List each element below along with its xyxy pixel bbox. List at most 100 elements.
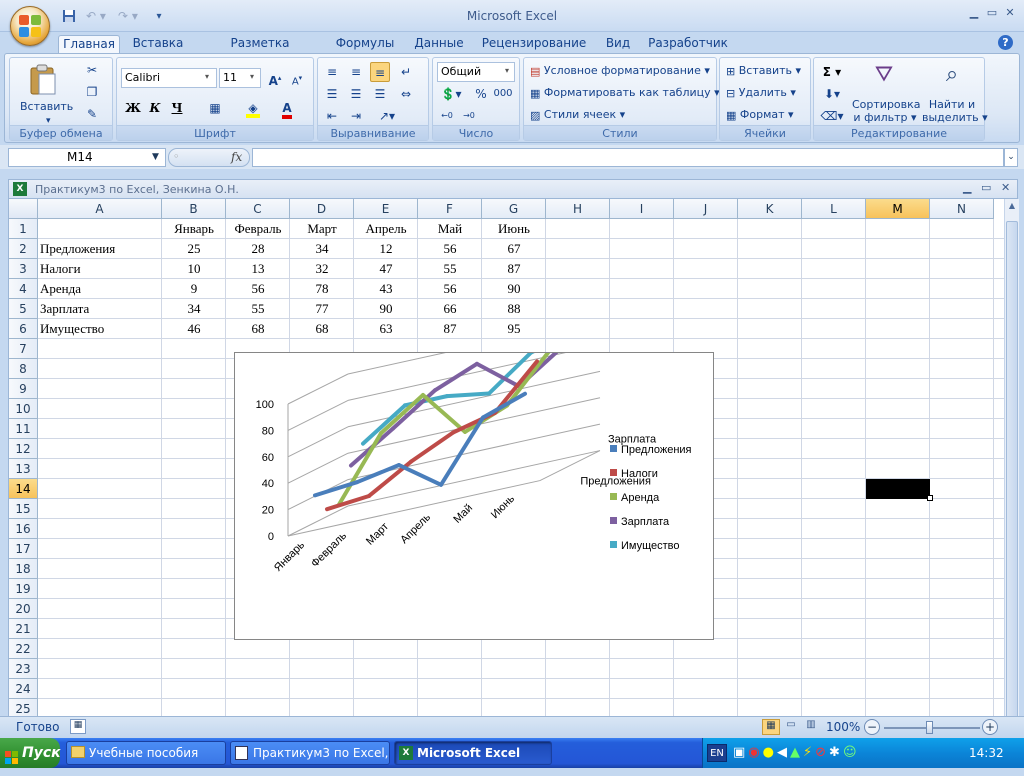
zoom-level[interactable]: 100%: [826, 720, 860, 734]
cell-d6[interactable]: 68: [290, 319, 354, 339]
tab-page-layout[interactable]: Разметка страницы: [198, 35, 322, 67]
selected-cell-m14[interactable]: [866, 479, 930, 499]
italic-button[interactable]: К: [145, 98, 165, 118]
align-right-icon[interactable]: ☰: [370, 84, 390, 104]
antivirus-icon[interactable]: ◉: [748, 745, 762, 760]
cell-d3[interactable]: 32: [290, 259, 354, 279]
name-box-dropdown-icon[interactable]: ▼: [152, 152, 159, 162]
copy-icon[interactable]: ❐: [82, 82, 102, 102]
font-size-select[interactable]: 11: [219, 68, 261, 88]
cell-g5[interactable]: 88: [482, 299, 546, 319]
cell-g4[interactable]: 90: [482, 279, 546, 299]
cell-f3[interactable]: 55: [418, 259, 482, 279]
workbook-close-icon[interactable]: ✕: [1001, 181, 1010, 194]
insert-cells-button[interactable]: ⊞ Вставить ▾: [726, 64, 801, 78]
cell-label-a3[interactable]: Налоги: [40, 259, 162, 279]
borders-icon[interactable]: ▦: [205, 98, 225, 118]
orientation-icon[interactable]: ↗▾: [372, 106, 402, 126]
close-icon[interactable]: ✕: [1002, 6, 1018, 20]
align-bottom-icon[interactable]: ≡: [370, 62, 390, 82]
cell-header-d1[interactable]: Март: [290, 219, 354, 239]
decrease-indent-icon[interactable]: ⇤: [322, 106, 342, 126]
cell-c5[interactable]: 55: [226, 299, 290, 319]
row-header-19[interactable]: 19: [9, 579, 38, 599]
display-icon[interactable]: ▲: [790, 745, 803, 760]
row-header-22[interactable]: 22: [9, 639, 38, 659]
align-middle-icon[interactable]: ≡: [346, 62, 366, 82]
column-header-a[interactable]: A: [38, 199, 162, 219]
insert-function-button[interactable]: fx: [231, 150, 242, 164]
align-center-icon[interactable]: ☰: [346, 84, 366, 104]
decrease-decimal-icon[interactable]: →0: [459, 106, 479, 126]
network-icon[interactable]: ▣: [733, 745, 748, 760]
cell-header-e1[interactable]: Апрель: [354, 219, 418, 239]
sort-filter-button[interactable]: Сортировка и фильтр ▾: [852, 98, 921, 124]
formula-input[interactable]: [252, 148, 1004, 167]
help-icon[interactable]: ?: [998, 35, 1013, 50]
row-header-23[interactable]: 23: [9, 659, 38, 679]
row-header-13[interactable]: 13: [9, 459, 38, 479]
cell-e2[interactable]: 12: [354, 239, 418, 259]
number-format-select[interactable]: Общий: [437, 62, 515, 82]
shrink-font-icon[interactable]: A▾: [287, 68, 307, 88]
row-header-2[interactable]: 2: [9, 239, 38, 259]
cell-label-a2[interactable]: Предложения: [40, 239, 162, 259]
cell-label-a5[interactable]: Зарплата: [40, 299, 162, 319]
column-header-l[interactable]: L: [802, 199, 866, 219]
power-icon[interactable]: ⚡: [803, 745, 815, 760]
conditional-formatting-button[interactable]: ▤ Условное форматирование ▾: [530, 64, 710, 78]
column-header-f[interactable]: F: [418, 199, 482, 219]
tab-home[interactable]: Главная: [58, 35, 120, 55]
tab-formulas[interactable]: Формулы: [330, 35, 400, 54]
cell-c2[interactable]: 28: [226, 239, 290, 259]
zoom-slider-thumb[interactable]: [926, 721, 933, 734]
find-select-button[interactable]: Найти и выделить ▾: [922, 98, 988, 124]
cell-styles-button[interactable]: ▨ Стили ячеек ▾: [530, 108, 625, 122]
update-icon[interactable]: ●: [763, 745, 777, 760]
cell-b6[interactable]: 46: [162, 319, 226, 339]
fill-icon[interactable]: ⬇▾: [818, 84, 846, 104]
cell-f6[interactable]: 87: [418, 319, 482, 339]
restore-icon[interactable]: ▭: [984, 6, 1000, 20]
row-header-11[interactable]: 11: [9, 419, 38, 439]
normal-view-icon[interactable]: ▦: [762, 719, 780, 735]
cell-header-b1[interactable]: Январь: [162, 219, 226, 239]
bold-button[interactable]: Ж: [123, 98, 143, 118]
cell-b3[interactable]: 10: [162, 259, 226, 279]
cell-d2[interactable]: 34: [290, 239, 354, 259]
column-header-j[interactable]: J: [674, 199, 738, 219]
row-header-3[interactable]: 3: [9, 259, 38, 279]
merge-cells-icon[interactable]: ⇔: [396, 84, 416, 104]
font-name-select[interactable]: Calibri: [121, 68, 217, 88]
thousands-button[interactable]: 000: [493, 84, 513, 104]
office-button[interactable]: [10, 6, 50, 46]
row-header-8[interactable]: 8: [9, 359, 38, 379]
name-box[interactable]: M14: [8, 148, 166, 167]
cell-c3[interactable]: 13: [226, 259, 290, 279]
select-all-button[interactable]: [9, 199, 38, 219]
cell-header-f1[interactable]: Май: [418, 219, 482, 239]
row-header-5[interactable]: 5: [9, 299, 38, 319]
row-header-9[interactable]: 9: [9, 379, 38, 399]
zoom-in-icon[interactable]: +: [982, 719, 998, 735]
cell-b2[interactable]: 25: [162, 239, 226, 259]
column-header-k[interactable]: K: [738, 199, 802, 219]
tab-review[interactable]: Рецензирование: [478, 35, 590, 54]
wrap-text-icon[interactable]: ↵: [396, 62, 416, 82]
volume-icon[interactable]: ◀: [777, 745, 790, 760]
cell-b4[interactable]: 9: [162, 279, 226, 299]
column-header-d[interactable]: D: [290, 199, 354, 219]
language-indicator[interactable]: EN: [707, 744, 727, 762]
minimize-icon[interactable]: ▁: [966, 6, 982, 20]
start-button[interactable]: Пуск: [0, 738, 61, 768]
paste-icon[interactable]: [28, 64, 58, 98]
row-header-17[interactable]: 17: [9, 539, 38, 559]
task-folder[interactable]: Учебные пособия: [66, 741, 226, 765]
paste-button[interactable]: Вставить: [20, 100, 73, 113]
task-excel[interactable]: X Microsoft Excel: [394, 741, 552, 765]
cell-f2[interactable]: 56: [418, 239, 482, 259]
cell-g6[interactable]: 95: [482, 319, 546, 339]
macro-record-icon[interactable]: ▦: [70, 719, 86, 734]
workbook-minimize-icon[interactable]: ▁: [963, 181, 971, 194]
increase-indent-icon[interactable]: ⇥: [346, 106, 366, 126]
